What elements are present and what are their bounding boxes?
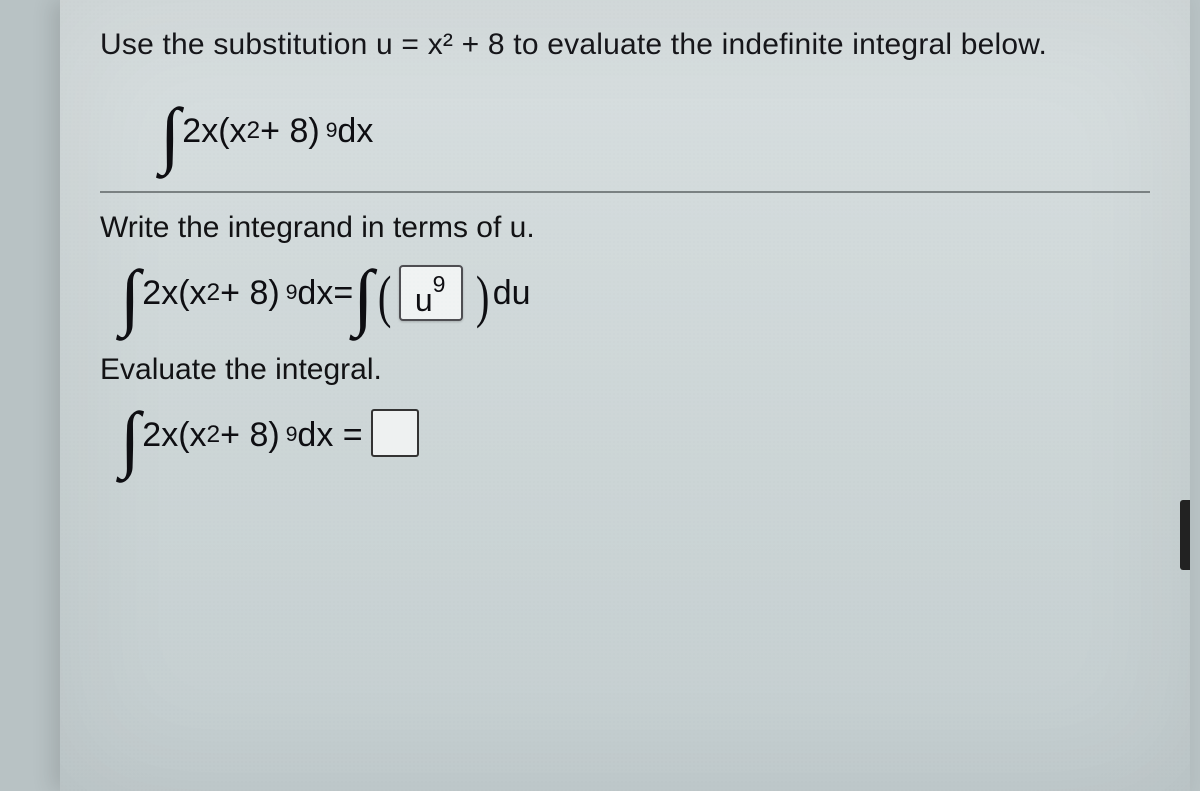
rparen: ) xyxy=(308,101,319,161)
part2-answer-box[interactable] xyxy=(371,409,419,457)
dx: dx xyxy=(297,263,333,323)
du: du xyxy=(493,263,531,323)
plus-eight: + 8 xyxy=(220,263,268,323)
u-base: u xyxy=(415,281,433,317)
integral-symbol: ∫ xyxy=(120,409,142,469)
dx: dx xyxy=(337,101,373,161)
section-divider xyxy=(100,191,1150,193)
given-integral: ∫ 2x ( x 2 + 8 ) 9 dx xyxy=(160,101,1150,161)
plus-eight: + 8 xyxy=(220,405,268,465)
integral-symbol: ∫ xyxy=(120,267,142,327)
inner-exp: 2 xyxy=(247,101,261,161)
big-rparen: ) xyxy=(476,267,490,327)
plus-eight: + 8 xyxy=(260,101,308,161)
worksheet-page: Use the substitution u = x² + 8 to evalu… xyxy=(60,0,1190,791)
part1-answer-box[interactable]: u9 xyxy=(399,265,464,322)
part1-prompt: Write the integrand in terms of u. xyxy=(100,211,1150,245)
outer-exp: 9 xyxy=(286,405,298,465)
integral-symbol: ∫ xyxy=(353,267,375,327)
rparen: ) xyxy=(268,263,279,323)
instruction-text: Use the substitution u = x² + 8 to evalu… xyxy=(100,18,1150,91)
rparen: ) xyxy=(268,405,279,465)
part2-equation: ∫ 2x ( x 2 + 8 ) 9 dx = xyxy=(120,405,1150,465)
big-lparen: ( xyxy=(378,267,392,327)
integrand-coef: 2x xyxy=(142,405,178,465)
equals: = xyxy=(333,263,353,323)
part2-prompt: Evaluate the integral. xyxy=(100,353,1150,387)
outer-exp: 9 xyxy=(286,263,298,323)
integrand-coef: 2x xyxy=(142,263,178,323)
lparen: ( xyxy=(178,263,189,323)
lparen: ( xyxy=(178,405,189,465)
part1-equation: ∫ 2x ( x 2 + 8 ) 9 dx = ∫ ( u9 ) du xyxy=(120,263,1150,323)
page-edge-mark xyxy=(1180,500,1190,570)
inner-exp: 2 xyxy=(207,263,221,323)
integral-symbol: ∫ xyxy=(160,105,182,165)
outer-exp: 9 xyxy=(326,101,338,161)
inner-x: x xyxy=(230,101,247,161)
instruction: Use the substitution u = x² + 8 to evalu… xyxy=(100,28,1047,61)
inner-x: x xyxy=(190,263,207,323)
inner-x: x xyxy=(190,405,207,465)
u-exp: 9 xyxy=(433,271,446,297)
lparen: ( xyxy=(218,101,229,161)
inner-exp: 2 xyxy=(207,405,221,465)
integrand-coef: 2x xyxy=(182,101,218,161)
equals: dx = xyxy=(297,405,362,465)
